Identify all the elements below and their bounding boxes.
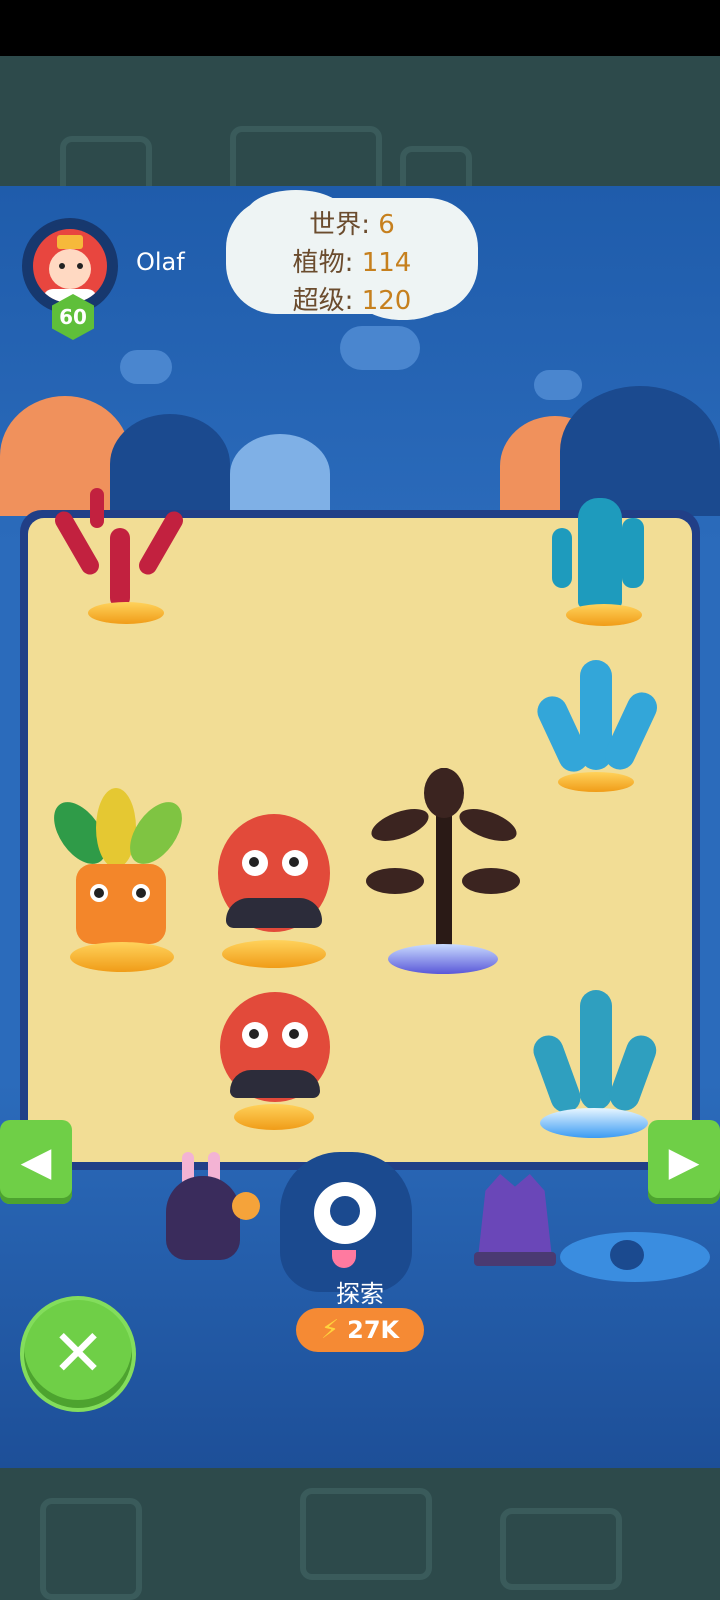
- cloud-decoration: [340, 326, 420, 370]
- cloud-decoration: [534, 370, 582, 400]
- hill-decoration: [230, 434, 330, 514]
- garden-board: [20, 488, 700, 1170]
- teal-seaweed-plant[interactable]: [532, 654, 662, 794]
- close-icon: ✕: [51, 1317, 105, 1391]
- teal-cactus-plant[interactable]: [548, 488, 658, 638]
- red-monster-plant[interactable]: [216, 794, 336, 974]
- bunny-character: [166, 1152, 260, 1262]
- previous-arrow-button[interactable]: ◀: [0, 1120, 72, 1204]
- dimmed-background-bottom: [0, 1468, 720, 1600]
- stats-cloud: 世界: 6 植物: 114 超级: 120: [226, 190, 478, 320]
- explore-panel: 60 Olaf 世界: 6 植物: 114 超级: 120 ◀ ▶ 探索 ⚡ 2…: [0, 186, 720, 1468]
- super-stat: 超级: 120: [292, 286, 412, 316]
- explore-cost-pill[interactable]: ⚡ 27K: [296, 1308, 424, 1352]
- close-button[interactable]: ✕: [24, 1300, 132, 1408]
- pineapple-monster-plant[interactable]: [40, 788, 200, 978]
- world-stat: 世界: 6: [309, 210, 395, 240]
- sand-field: [28, 488, 692, 1162]
- red-coral-plant[interactable]: [48, 488, 198, 638]
- ice-coral-plant[interactable]: [529, 984, 661, 1144]
- chevron-left-icon: ◀: [20, 1139, 52, 1185]
- pond-decoration: [560, 1232, 710, 1282]
- explore-cost: 27K: [347, 1316, 400, 1344]
- crystal-character: [470, 1160, 560, 1266]
- next-arrow-button[interactable]: ▶: [648, 1120, 720, 1204]
- dimmed-background-top: [0, 56, 720, 218]
- chevron-right-icon: ▶: [668, 1139, 700, 1185]
- plants-stat: 植物: 114: [292, 248, 412, 278]
- status-bar: [0, 0, 720, 56]
- explore-label: 探索: [336, 1280, 384, 1308]
- cloud-decoration: [120, 350, 172, 384]
- dark-tree-plant[interactable]: [366, 768, 521, 978]
- explore-monster[interactable]: [280, 1152, 412, 1292]
- player-name: Olaf: [136, 248, 185, 276]
- red-monster-plant[interactable]: [216, 978, 336, 1138]
- lightning-icon: ⚡: [320, 1315, 340, 1345]
